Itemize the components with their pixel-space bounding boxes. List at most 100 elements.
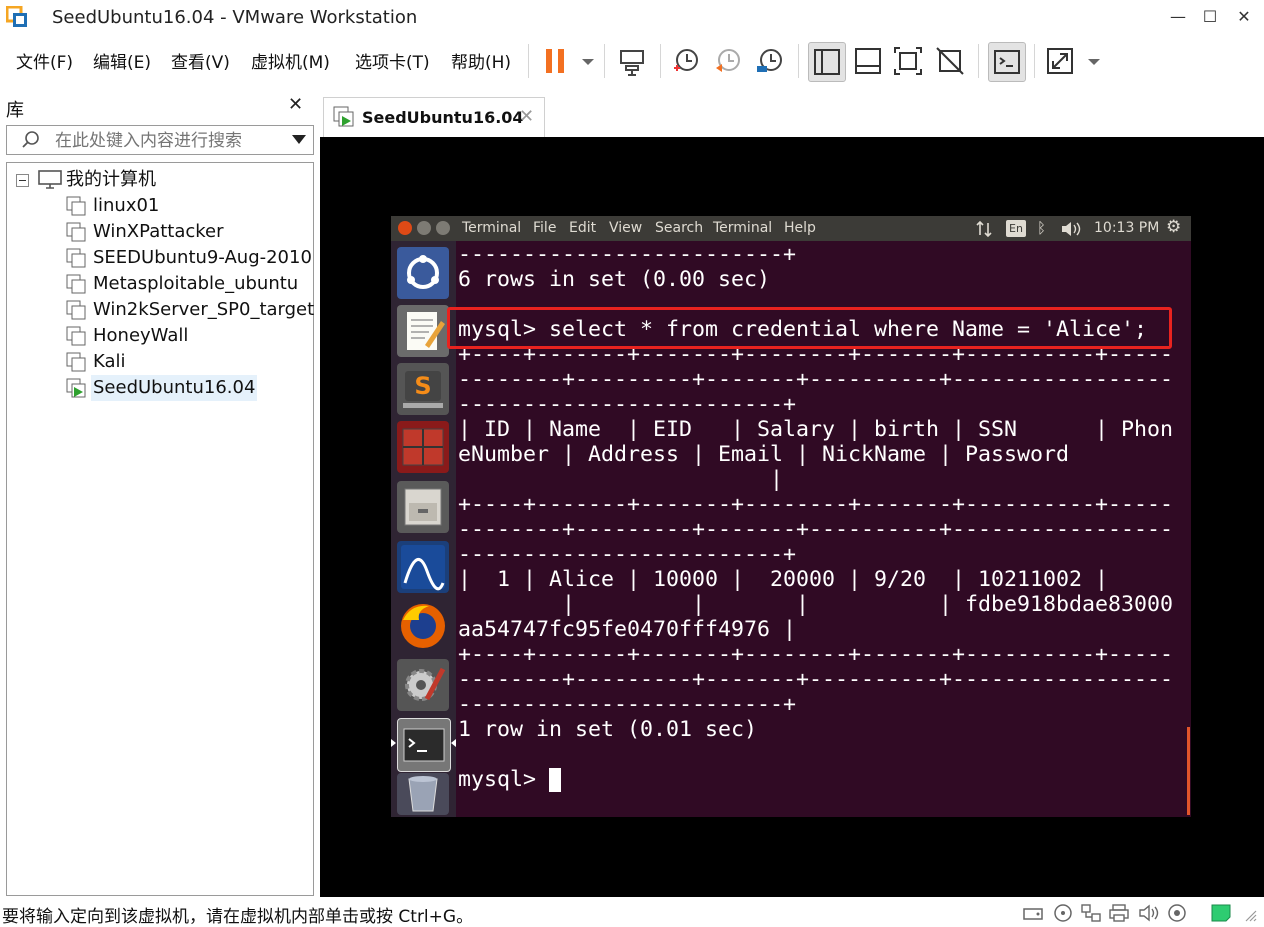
maximize-window-icon[interactable] (436, 221, 450, 235)
terminal-line: aa54747fc95fe0470fff4976 | (458, 617, 797, 642)
toolbar-separator (660, 44, 661, 78)
wireshark-icon[interactable] (397, 541, 449, 593)
terminal-prompt[interactable]: mysql> (458, 767, 549, 792)
panel-menu-help[interactable]: Help (784, 220, 816, 236)
hard-disk-icon[interactable] (1022, 903, 1044, 923)
resize-grip-icon[interactable] (1244, 909, 1258, 923)
system-gear-icon[interactable]: ⚙ (1166, 217, 1181, 237)
full-screen-icon[interactable] (890, 42, 926, 80)
unity-mode-icon[interactable] (932, 42, 968, 80)
tree-vm-metasploitable[interactable]: Metasploitable_ubuntu (93, 271, 298, 297)
vm-icon (66, 248, 86, 268)
terminal-line: -------------------------+ (458, 242, 797, 267)
terminal-cursor (549, 768, 561, 792)
tree-vm-winxpattacker[interactable]: WinXPattacker (93, 219, 224, 245)
terminal-line: 1 row in set (0.01 sec) (458, 717, 758, 742)
system-settings-icon[interactable] (397, 659, 449, 711)
snapshot-icon[interactable] (668, 42, 704, 80)
menu-view[interactable]: 查看(V) (171, 48, 230, 73)
panel-menu-view[interactable]: View (609, 220, 642, 236)
terminal-line: +----+-------+-------+--------+-------+-… (458, 642, 1174, 667)
volume-icon[interactable] (1060, 220, 1082, 238)
library-search-box[interactable] (6, 125, 314, 155)
network-icon[interactable] (975, 220, 993, 238)
terminal-line: | ID | Name | EID | Salary | birth | SSN… (458, 417, 1174, 442)
menu-help[interactable]: 帮助(H) (451, 48, 511, 73)
trash-icon[interactable] (397, 773, 449, 815)
library-header (0, 88, 318, 124)
panel-menu-search[interactable]: Search (655, 220, 703, 236)
panel-menu-file[interactable]: File (533, 220, 556, 236)
console-view-icon[interactable] (988, 42, 1026, 82)
terminal-line: --------+---------+-------+----------+--… (458, 667, 1174, 692)
clock[interactable]: 10:13 PM (1094, 220, 1159, 236)
pause-dropdown-chevron-icon[interactable] (570, 42, 594, 80)
minimize-window-icon[interactable] (417, 221, 431, 235)
tree-vm-seedubuntu16-selected[interactable]: SeedUbuntu16.04 (91, 375, 258, 401)
terminal-line: | 1 | Alice | 10000 | 20000 | 9/20 | 102… (458, 567, 1109, 592)
tree-vm-win2kserver[interactable]: Win2kServer_SP0_target (93, 297, 314, 323)
running-indicator-icon (391, 739, 396, 747)
file-manager-icon[interactable] (397, 481, 449, 533)
tree-vm-linux01[interactable]: linux01 (93, 193, 159, 219)
message-log-icon[interactable] (1210, 903, 1232, 923)
search-input[interactable] (53, 128, 287, 154)
menu-vm[interactable]: 虚拟机(M) (251, 48, 330, 73)
show-library-icon[interactable] (808, 42, 846, 82)
library-close-button[interactable]: ✕ (288, 94, 303, 115)
terminator-icon[interactable] (397, 421, 449, 473)
panel-menu-terminal-app: Terminal (462, 220, 522, 236)
svg-text:S: S (414, 372, 431, 400)
ubuntu-dash-icon[interactable] (397, 247, 449, 299)
menu-tabs[interactable]: 选项卡(T) (355, 48, 430, 73)
text-editor-icon[interactable] (397, 305, 449, 357)
menu-file[interactable]: 文件(F) (16, 48, 73, 73)
annotation-highlight-box (447, 307, 1172, 349)
vm-icon (66, 326, 86, 346)
vm-icon (66, 352, 86, 372)
terminal-line: +----+-------+-------+--------+-------+-… (458, 492, 1174, 517)
usb-device-icon[interactable] (1166, 903, 1188, 923)
send-ctrl-alt-del-icon[interactable] (614, 42, 650, 80)
search-icon (22, 131, 39, 148)
vm-icon (66, 222, 86, 242)
toolbar-separator (798, 44, 799, 78)
menu-edit[interactable]: 编辑(E) (93, 48, 151, 73)
tree-root-my-computer[interactable]: 我的计算机 (66, 167, 156, 193)
sound-card-icon[interactable] (1138, 903, 1160, 923)
maximize-button[interactable]: ☐ (1196, 4, 1224, 30)
collapse-toggle-icon[interactable] (16, 174, 29, 187)
tree-vm-honeywall[interactable]: HoneyWall (93, 323, 188, 349)
panel-menu-terminal[interactable]: Terminal (713, 220, 772, 236)
vm-icon (66, 274, 86, 294)
vm-running-icon (66, 378, 86, 398)
panel-menu-edit[interactable]: Edit (569, 220, 596, 236)
minimize-button[interactable]: — (1164, 4, 1192, 30)
terminal-scroll-indicator[interactable] (1187, 727, 1190, 815)
tree-vm-kali[interactable]: Kali (93, 349, 126, 375)
tree-vm-seedubuntu9[interactable]: SEEDUbuntu9-Aug-2010 (93, 245, 312, 271)
computer-icon (38, 170, 62, 189)
terminal-line: -------------------------+ (458, 542, 797, 567)
firefox-icon[interactable] (397, 600, 449, 652)
close-button[interactable]: ✕ (1230, 4, 1258, 30)
sublime-text-icon[interactable]: S (397, 363, 449, 415)
keyboard-layout-indicator[interactable]: En (1006, 220, 1026, 237)
stretch-guest-icon[interactable] (1042, 42, 1078, 80)
toolbar-separator (1034, 44, 1035, 78)
network-adapter-icon[interactable] (1080, 903, 1102, 923)
revert-snapshot-icon[interactable] (710, 42, 746, 80)
cd-rom-icon[interactable] (1052, 903, 1074, 923)
tab-close-icon[interactable]: ✕ (519, 106, 534, 127)
close-window-icon[interactable] (398, 221, 412, 235)
snapshot-manager-icon[interactable] (752, 42, 788, 80)
terminal-line: 6 rows in set (0.00 sec) (458, 267, 771, 292)
search-dropdown-chevron-icon[interactable] (291, 134, 307, 146)
pause-icon[interactable] (538, 42, 574, 80)
terminal-line: | (458, 467, 784, 492)
terminal-launcher-icon[interactable] (397, 718, 451, 772)
thumbnail-bar-icon[interactable] (850, 42, 886, 80)
stretch-dropdown-chevron-icon[interactable] (1076, 42, 1100, 80)
bluetooth-icon[interactable]: ᛒ (1037, 219, 1046, 237)
printer-icon[interactable] (1108, 903, 1130, 923)
